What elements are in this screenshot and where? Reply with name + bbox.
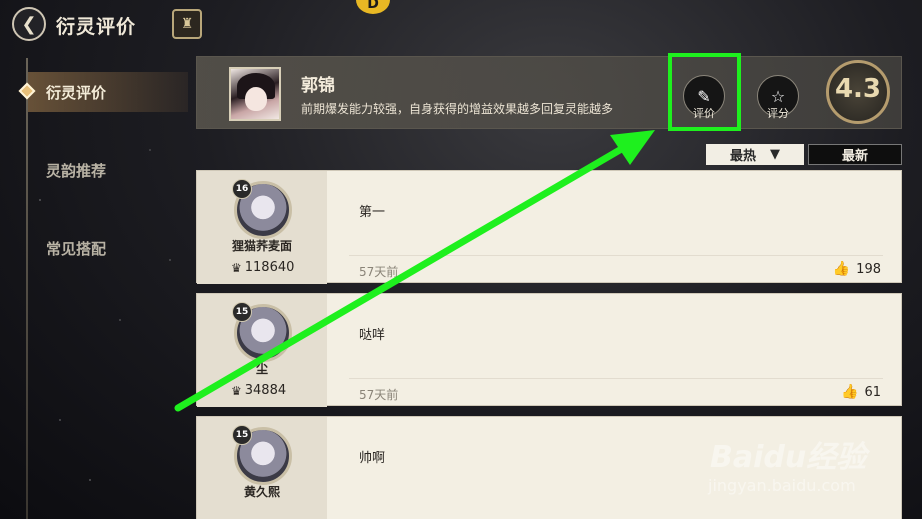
power-value: 34884 (244, 383, 287, 398)
level-badge: 15 (232, 302, 252, 322)
user-column: 15 尘 ♛ 34884 (197, 294, 327, 407)
back-button[interactable]: ❮ (12, 7, 46, 41)
user-name: 尘 (255, 362, 268, 376)
page-title: 衍灵评价 (56, 16, 137, 38)
sidebar-divider (26, 58, 28, 519)
comment-item: 15 黄久熙 帅啊 (196, 416, 902, 519)
comment-item: 16 狸猫荞麦面 ♛ 118640 第一 57天前 👍 198 (196, 170, 902, 284)
user-power: ♛ 34884 (231, 383, 286, 398)
power-value: 118640 (244, 260, 295, 275)
sort-new-label: 最新 (841, 149, 868, 164)
user-name: 狸猫荞麦面 (231, 239, 292, 253)
star-icon: ☆ (770, 86, 786, 106)
sidebar-item-review[interactable]: 衍灵评价 (18, 72, 188, 112)
like-count: 61 (864, 384, 881, 400)
chevron-left-icon: ❮ (21, 13, 37, 35)
comment-text: 第一 (359, 205, 386, 220)
character-portrait (229, 67, 281, 121)
thumbs-up-icon: 👍 (832, 261, 851, 277)
coin-icon: D (356, 0, 390, 14)
character-header-card: 郭锦 前期爆发能力较强，自身获得的增益效果越多回复灵能越多 ✎ 评价 ☆ 评分 (196, 56, 902, 129)
sidebar: 衍灵评价 灵韵推荐 常见搭配 (0, 58, 190, 519)
thumbs-up-icon: 👍 (841, 384, 859, 400)
score-label: 评分 (767, 107, 789, 120)
sidebar-item-label: 灵韵推荐 (46, 161, 107, 180)
tower-icon[interactable]: ♜ (172, 9, 202, 39)
comment-text: 帅啊 (359, 451, 386, 466)
sidebar-item-combos[interactable]: 常见搭配 (28, 228, 188, 268)
like-count: 198 (856, 261, 881, 277)
comment-list: 16 狸猫荞麦面 ♛ 118640 第一 57天前 👍 198 15 尘 ♛ 3… (196, 170, 902, 519)
divider (349, 255, 883, 256)
user-name: 黄久熙 (243, 485, 280, 499)
comment-item: 15 尘 ♛ 34884 哒咩 57天前 👍 61 (196, 293, 902, 407)
annotation-highlight-box (668, 53, 741, 131)
level-badge: 16 (232, 179, 252, 199)
top-bar: ❮ 衍灵评价 ♜ D (0, 0, 922, 50)
sort-hot-button[interactable]: 最热 ▼ (706, 144, 804, 165)
divider (349, 378, 883, 379)
like-button[interactable]: 👍 61 (841, 384, 881, 400)
power-icon: ♛ (231, 260, 242, 275)
rating-value: 4.3 (834, 74, 882, 104)
level-badge: 15 (232, 425, 252, 445)
sort-new-button[interactable]: 最新 (808, 144, 902, 165)
comment-time: 57天前 (359, 265, 399, 279)
sidebar-item-label: 常见搭配 (46, 239, 107, 258)
sidebar-item-label: 衍灵评价 (46, 83, 107, 102)
sort-hot-label: 最热 (729, 149, 756, 164)
sidebar-item-recommend[interactable]: 灵韵推荐 (28, 150, 188, 190)
filter-icon: ▼ (770, 147, 780, 162)
character-name: 郭锦 (301, 76, 335, 96)
rating-badge: 4.3 (826, 60, 890, 124)
user-column: 16 狸猫荞麦面 ♛ 118640 (197, 171, 327, 284)
active-diamond-icon (18, 82, 36, 100)
user-power: ♛ 118640 (231, 260, 294, 275)
comment-text: 哒咩 (359, 328, 386, 343)
character-description: 前期爆发能力较强，自身获得的增益效果越多回复灵能越多 (301, 102, 614, 116)
user-column: 15 黄久熙 (197, 417, 327, 519)
power-icon: ♛ (231, 383, 242, 398)
like-button[interactable]: 👍 198 (833, 261, 881, 277)
comment-time: 57天前 (359, 388, 399, 402)
